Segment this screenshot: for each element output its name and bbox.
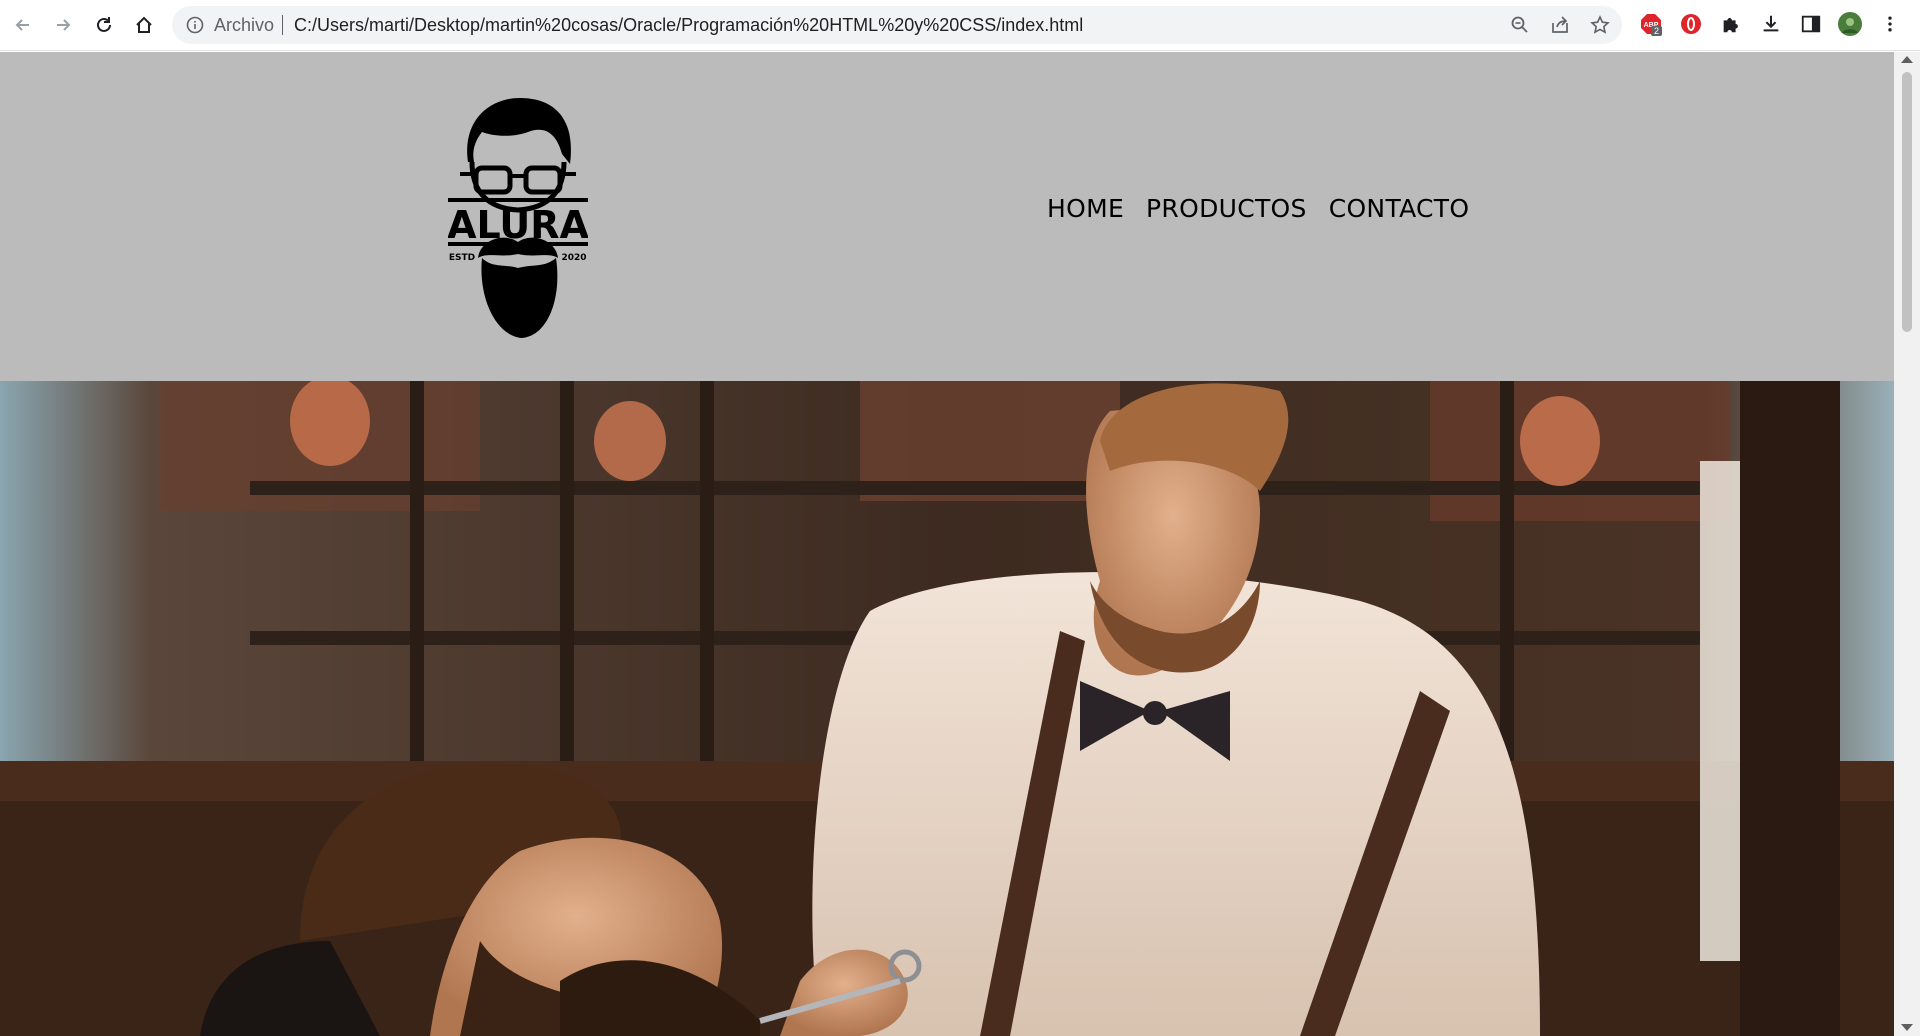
scroll-up-arrow-icon[interactable] bbox=[1901, 56, 1913, 63]
back-button[interactable] bbox=[8, 10, 38, 40]
opera-icon[interactable] bbox=[1679, 12, 1703, 36]
forward-button[interactable] bbox=[48, 10, 78, 40]
zoom-icon[interactable] bbox=[1510, 15, 1530, 35]
logo-right-text: 2020 bbox=[561, 253, 586, 263]
adblock-icon[interactable]: ABP 2 bbox=[1639, 12, 1663, 36]
scroll-down-arrow-icon[interactable] bbox=[1901, 1024, 1913, 1031]
star-icon[interactable] bbox=[1590, 15, 1610, 35]
nav-contacto-link[interactable]: CONTACTO bbox=[1329, 194, 1470, 223]
reload-icon bbox=[97, 17, 111, 32]
logo[interactable]: ALURA ESTD 2020 bbox=[448, 92, 588, 340]
extension-badge: 2 bbox=[1651, 26, 1663, 36]
avatar[interactable] bbox=[1838, 12, 1862, 36]
home-icon bbox=[136, 16, 152, 33]
site-header: ALURA ESTD 2020 HOME PRODUCTOS CONTACTO bbox=[0, 52, 1894, 381]
nav-productos-link[interactable]: PRODUCTOS bbox=[1146, 194, 1307, 223]
sidepanel-icon[interactable] bbox=[1799, 12, 1823, 36]
main-nav: HOME PRODUCTOS CONTACTO bbox=[1047, 194, 1469, 223]
reload-button[interactable] bbox=[89, 10, 119, 40]
puzzle-icon[interactable] bbox=[1719, 12, 1743, 36]
address-bar[interactable]: Archivo C:/Users/marti/Desktop/martin%20… bbox=[172, 6, 1622, 44]
info-icon[interactable] bbox=[186, 16, 204, 34]
more-menu-icon[interactable] bbox=[1878, 12, 1902, 36]
hero-banner-image bbox=[0, 381, 1894, 1036]
home-button[interactable] bbox=[129, 10, 159, 40]
url-text[interactable]: C:/Users/marti/Desktop/martin%20cosas/Or… bbox=[294, 15, 1083, 36]
logo-left-text: ESTD bbox=[449, 253, 475, 263]
scheme-label: Archivo bbox=[214, 15, 275, 35]
page-scrollbar[interactable] bbox=[1894, 52, 1920, 1036]
nav-home-link[interactable]: HOME bbox=[1047, 194, 1124, 223]
browser-toolbar: Archivo C:/Users/marti/Desktop/martin%20… bbox=[0, 0, 1920, 51]
download-icon[interactable] bbox=[1759, 12, 1783, 36]
page-viewport: ALURA ESTD 2020 HOME PRODUCTOS CONTACTO bbox=[0, 52, 1894, 1036]
arrow-right-icon bbox=[57, 19, 71, 31]
arrow-left-icon bbox=[15, 19, 29, 31]
divider bbox=[282, 15, 283, 35]
share-icon[interactable] bbox=[1550, 15, 1570, 35]
logo-brand-text: ALURA bbox=[448, 203, 588, 247]
scroll-thumb[interactable] bbox=[1902, 72, 1912, 332]
